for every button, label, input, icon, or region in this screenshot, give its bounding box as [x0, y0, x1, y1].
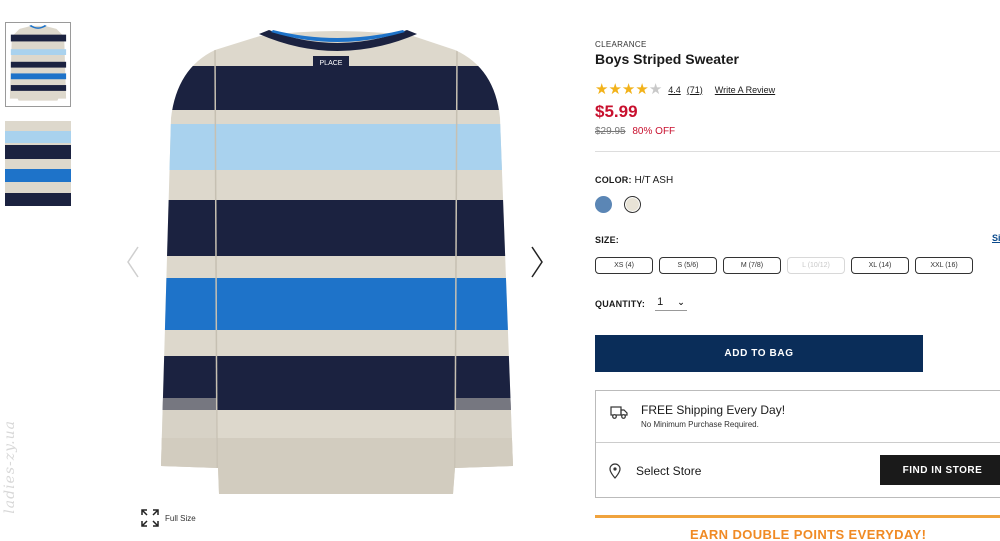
brand-tag: PLACE	[320, 60, 343, 67]
product-main-image: PLACE	[161, 30, 513, 494]
was-price-row: $29.95 80% OFF	[595, 126, 675, 137]
full-size-button[interactable]: Full Size	[140, 508, 196, 528]
free-shipping-title: FREE Shipping Every Day!	[641, 403, 786, 417]
shipping-row: FREE Shipping Every Day! No Minimum Purc…	[596, 391, 1000, 443]
chevron-down-icon: ⌄	[677, 296, 685, 307]
quantity-label: QUANTITY:	[595, 298, 646, 309]
original-price: $29.95	[595, 126, 626, 137]
size-option-s[interactable]: S (5/6)	[659, 257, 717, 274]
size-option-xl[interactable]: XL (14)	[851, 257, 909, 274]
promo-divider	[595, 515, 1000, 518]
color-label: COLOR:	[595, 175, 632, 185]
star-icon: ★	[595, 81, 609, 98]
size-option-xxl[interactable]: XXL (16)	[915, 257, 973, 274]
quantity-select[interactable]: 1 ⌄	[655, 296, 687, 311]
write-review-link[interactable]: Write A Review	[715, 85, 775, 95]
star-icon: ★	[621, 81, 636, 98]
free-shipping-subtitle: No Minimum Purchase Required.	[641, 420, 759, 429]
quantity-row: QUANTITY: 1 ⌄	[595, 296, 687, 311]
sale-price: $5.99	[595, 102, 638, 121]
size-options: XS (4) S (5/6) M (7/8) L (10/12) XL (14)…	[595, 257, 973, 274]
clearance-tag: CLEARANCE	[595, 40, 647, 49]
product-details-panel: CLEARANCE Boys Striped Sweater ★ ★ ★ ★ ★…	[595, 0, 1000, 541]
prev-image-icon[interactable]	[124, 244, 142, 280]
product-title: Boys Striped Sweater	[595, 51, 739, 67]
star-icon: ★	[635, 81, 649, 98]
sweater-thumbnail-image	[6, 23, 70, 106]
color-swatch-ash[interactable]	[624, 196, 641, 213]
thumbnail-detail[interactable]	[5, 121, 71, 206]
star-empty-icon: ★	[648, 81, 663, 98]
sweater-detail-image	[5, 121, 71, 206]
color-swatch-blue[interactable]	[595, 196, 612, 213]
find-in-store-button[interactable]: FIND IN STORE	[880, 455, 1000, 485]
divider	[595, 151, 1000, 152]
color-row: COLOR: H/T ASH	[595, 175, 673, 186]
full-size-label: Full Size	[165, 513, 196, 523]
star-icon: ★	[608, 81, 622, 98]
size-option-xs[interactable]: XS (4)	[595, 257, 653, 274]
size-label: SIZE:	[595, 235, 620, 245]
store-row: Select Store FIND IN STORE	[596, 443, 1000, 499]
promo-banner: EARN DOUBLE POINTS EVERYDAY!	[690, 527, 927, 541]
size-option-m[interactable]: M (7/8)	[723, 257, 781, 274]
size-guide-link[interactable]: Si	[992, 233, 1000, 243]
next-image-icon[interactable]	[528, 244, 546, 280]
selected-color: H/T ASH	[634, 175, 674, 186]
fulfillment-box: FREE Shipping Every Day! No Minimum Purc…	[595, 390, 1000, 498]
watermark: ladies-zy.ua	[2, 420, 18, 514]
star-rating[interactable]: ★ ★ ★ ★ ★	[595, 82, 662, 97]
location-pin-icon	[609, 463, 621, 479]
select-store-link[interactable]: Select Store	[636, 464, 701, 478]
review-count-link[interactable]: (71)	[687, 85, 703, 95]
color-swatches	[595, 196, 641, 213]
thumbnail-front[interactable]	[5, 22, 71, 107]
add-to-bag-button[interactable]: ADD TO BAG	[595, 335, 923, 372]
truck-icon	[610, 406, 628, 419]
quantity-value: 1	[657, 296, 664, 308]
size-option-l: L (10/12)	[787, 257, 845, 274]
discount-badge: 80% OFF	[632, 126, 676, 137]
rating-row: ★ ★ ★ ★ ★ 4.4 (71) Write A Review	[595, 82, 775, 97]
rating-value-link[interactable]: 4.4	[668, 85, 681, 95]
expand-icon	[141, 509, 159, 527]
